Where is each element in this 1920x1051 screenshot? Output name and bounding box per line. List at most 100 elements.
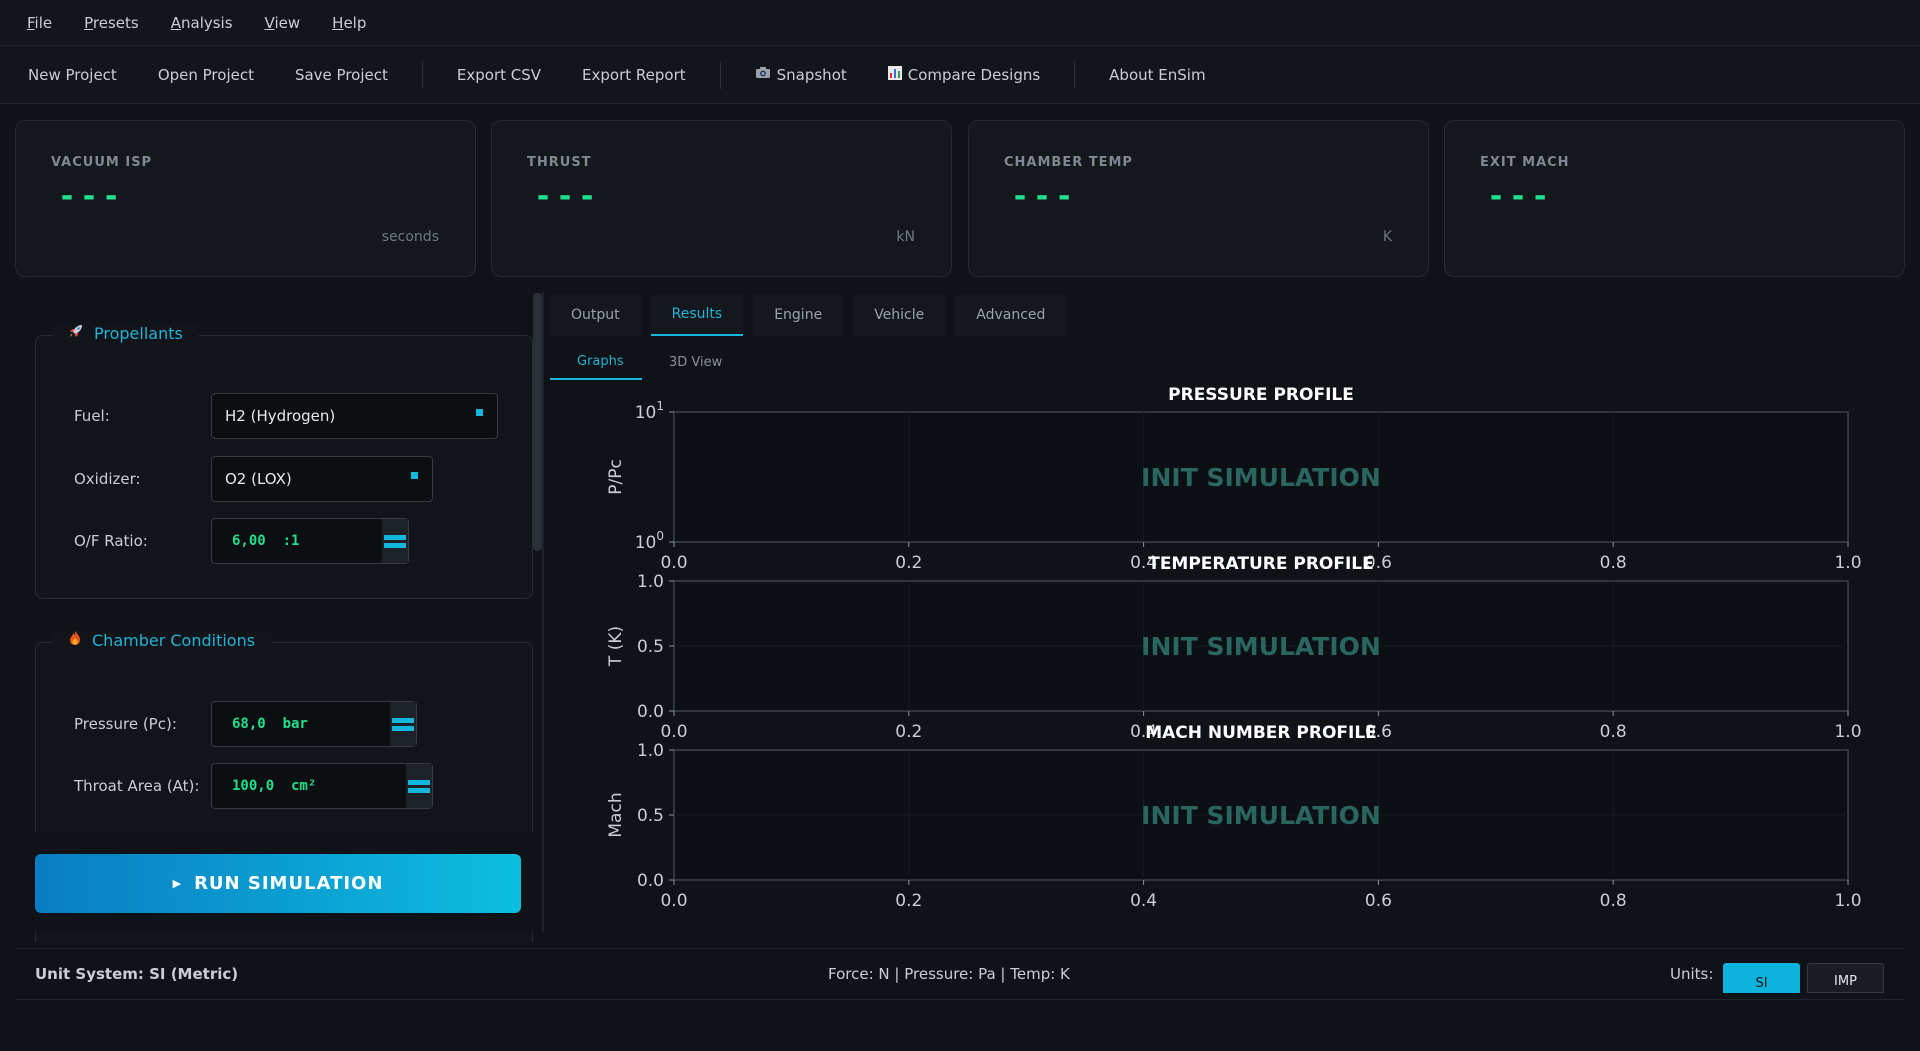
mach-profile-svg: 0.0 0.2 0.4 0.6 0.8 1.0 0.0 0.5 1.0 MACH NUMBER P… — [606, 723, 1862, 911]
oxidizer-label: Oxidizer: — [74, 470, 141, 488]
new-project-button[interactable]: New Project — [28, 66, 117, 84]
oxidizer-row: Oxidizer: O2 (LOX) — [74, 456, 433, 502]
pressure-profile-svg: 0.0 0.2 0.4 0.6 0.8 1.0100101PRESSURE PROFILE… — [606, 385, 1862, 573]
menu-help[interactable]: Help — [332, 14, 366, 32]
fuel-row: Fuel: H2 (Hydrogen) — [74, 393, 498, 439]
dropdown-icon — [476, 409, 483, 416]
camera-icon — [755, 66, 771, 83]
stepper-icon[interactable] — [406, 764, 432, 808]
chart-title: PRESSURE PROFILE — [1168, 385, 1354, 405]
vacuum-isp-card: VACUUM ISP --- seconds — [15, 120, 476, 277]
x-tick-label: 0.2 — [895, 891, 922, 911]
rocket-icon — [68, 323, 84, 343]
compare-designs-button[interactable]: Compare Designs — [887, 65, 1040, 84]
x-tick-label: 0.6 — [1365, 891, 1392, 911]
card-value: --- — [1487, 179, 1554, 214]
menu-bar: File Presets Analysis View Help — [0, 0, 1920, 46]
card-label: EXIT MACH — [1480, 155, 1570, 170]
tab-advanced[interactable]: Advanced — [955, 294, 1067, 336]
group-title: Chamber Conditions — [52, 630, 272, 650]
throat-area-value: 100,0 cm² — [232, 778, 317, 794]
si-units-button[interactable]: SI — [1723, 963, 1800, 993]
of-ratio-row: O/F Ratio: 6,00 :1 — [74, 518, 409, 564]
tab-vehicle[interactable]: Vehicle — [853, 294, 946, 336]
panel-divider — [542, 292, 544, 932]
export-report-button[interactable]: Export Report — [582, 66, 686, 84]
x-tick-label: 1.0 — [1834, 891, 1861, 911]
toolbar: New Project Open Project Save Project Ex… — [0, 46, 1920, 104]
stepper-icon[interactable] — [390, 702, 416, 746]
of-ratio-value: 6,00 :1 — [232, 533, 300, 549]
card-value: --- — [58, 179, 125, 214]
units-info: Force: N | Pressure: Pa | Temp: K — [828, 965, 1070, 983]
chart-title: TEMPERATURE PROFILE — [1148, 554, 1374, 574]
save-project-button[interactable]: Save Project — [295, 66, 388, 84]
oxidizer-value: O2 (LOX) — [225, 470, 292, 488]
menu-analysis[interactable]: Analysis — [171, 14, 233, 32]
card-label: CHAMBER TEMP — [1004, 155, 1133, 170]
export-csv-button[interactable]: Export CSV — [457, 66, 541, 84]
results-subtabs: Graphs 3D View — [550, 344, 740, 380]
init-simulation-annotation: INIT SIMULATION — [1141, 632, 1381, 661]
card-value: --- — [534, 179, 601, 214]
group-title: Propellants — [52, 323, 199, 343]
y-axis-label: P/Pc — [606, 459, 626, 495]
about-button[interactable]: About EnSim — [1109, 66, 1205, 84]
toolbar-separator — [719, 60, 721, 89]
pressure-value: 68,0 bar — [232, 716, 308, 732]
chart-title: MACH NUMBER PROFILE — [1145, 723, 1377, 743]
propellants-group: Propellants Fuel: H2 (Hydrogen) Oxidizer… — [35, 323, 533, 599]
tab-output[interactable]: Output — [550, 294, 641, 336]
y-tick-label: 101 — [635, 399, 664, 423]
fuel-value: H2 (Hydrogen) — [225, 407, 336, 425]
status-bar: Unit System: SI (Metric) Force: N | Pres… — [15, 948, 1905, 1000]
x-tick-label: 0.8 — [1600, 891, 1627, 911]
thrust-card: THRUST --- kN — [491, 120, 952, 277]
throat-area-row: Throat Area (At): 100,0 cm² — [74, 763, 433, 809]
x-tick-label: 0.0 — [660, 891, 687, 911]
open-project-button[interactable]: Open Project — [158, 66, 254, 84]
temperature-profile-svg: 0.0 0.2 0.4 0.6 0.8 1.00.00.51.0TEMPERATURE P… — [606, 554, 1862, 742]
panel-scrollbar[interactable] — [533, 293, 542, 551]
toolbar-separator — [421, 60, 423, 89]
throat-area-label: Throat Area (At): — [74, 777, 200, 795]
imperial-units-button[interactable]: IMP — [1807, 963, 1884, 993]
throat-area-spinbox[interactable]: 100,0 cm² — [211, 763, 433, 809]
y-axis-label: T (K) — [606, 626, 626, 667]
x-tick-label: 0.4 — [1130, 891, 1157, 911]
subtab-graphs[interactable]: Graphs — [550, 344, 642, 380]
card-unit: K — [1382, 229, 1392, 245]
stepper-icon[interactable] — [382, 519, 408, 563]
card-unit: kN — [896, 229, 915, 245]
dropdown-icon — [411, 472, 418, 479]
chamber-temp-card: CHAMBER TEMP --- K — [968, 120, 1429, 277]
of-ratio-label: O/F Ratio: — [74, 532, 148, 550]
pressure-label: Pressure (Pc): — [74, 715, 177, 733]
snapshot-button[interactable]: Snapshot — [755, 66, 847, 84]
init-simulation-annotation: INIT SIMULATION — [1141, 801, 1381, 830]
subtab-3d-view[interactable]: 3D View — [642, 344, 740, 380]
pressure-spinbox[interactable]: 68,0 bar — [211, 701, 417, 747]
pressure-profile-chart: 0.0 0.2 0.4 0.6 0.8 1.0 100 101 PRESSURE PROFILE… — [560, 380, 1862, 574]
y-tick-label: 1.0 — [637, 572, 664, 592]
card-unit: seconds — [381, 229, 439, 245]
menu-presets[interactable]: Presets — [84, 14, 139, 32]
tab-results[interactable]: Results — [650, 294, 744, 336]
oxidizer-select[interactable]: O2 (LOX) — [211, 456, 433, 502]
y-tick-label: 1.0 — [637, 741, 664, 761]
fuel-select[interactable]: H2 (Hydrogen) — [211, 393, 498, 439]
mach-profile-chart: 0.0 0.2 0.4 0.6 0.8 1.0 0.0 0.5 1.0 MACH NUMBER P… — [560, 718, 1862, 932]
y-tick-label: 0.0 — [637, 871, 664, 891]
menu-file[interactable]: File — [27, 14, 52, 32]
exit-mach-card: EXIT MACH --- — [1444, 120, 1905, 277]
run-simulation-button[interactable]: ▶ RUN SIMULATION — [35, 854, 521, 913]
of-ratio-spinbox[interactable]: 6,00 :1 — [211, 518, 409, 564]
y-tick-label: 0.5 — [637, 637, 664, 657]
menu-view[interactable]: View — [265, 14, 301, 32]
y-tick-label: 0.5 — [637, 806, 664, 826]
tab-engine[interactable]: Engine — [753, 294, 844, 336]
init-simulation-annotation: INIT SIMULATION — [1141, 463, 1381, 492]
y-axis-label: Mach — [606, 792, 626, 837]
pressure-row: Pressure (Pc): 68,0 bar — [74, 701, 417, 747]
bar-chart-icon — [887, 65, 902, 84]
